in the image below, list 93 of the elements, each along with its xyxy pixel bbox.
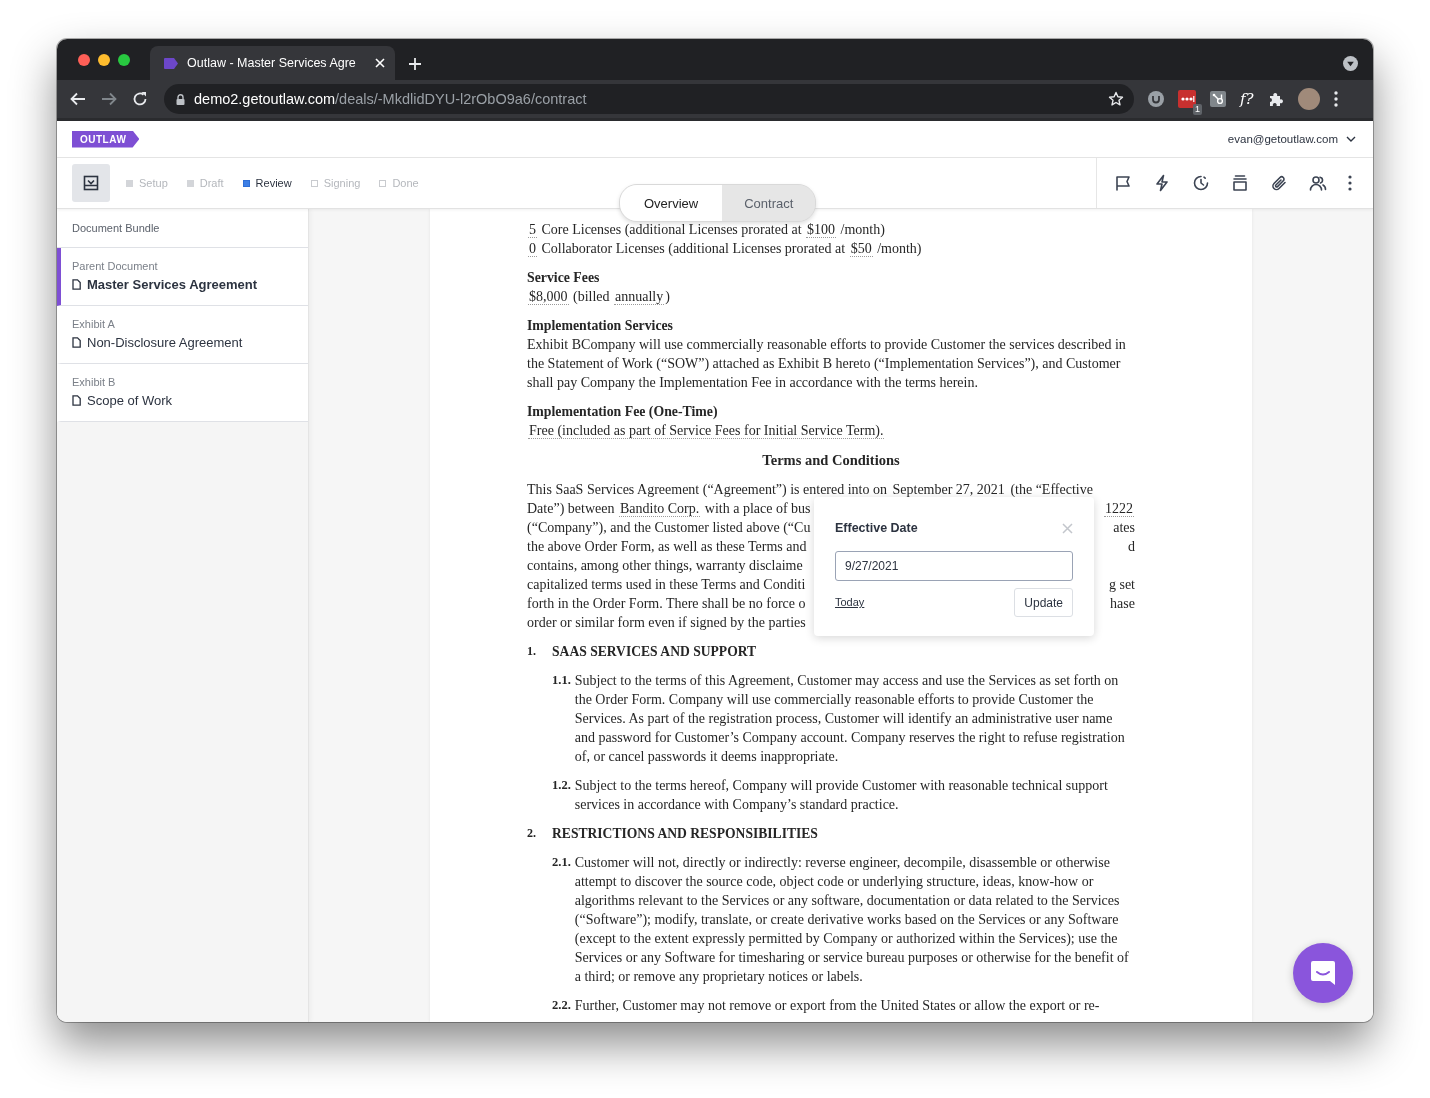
stack-icon[interactable] bbox=[1231, 174, 1249, 192]
back-icon[interactable] bbox=[69, 90, 87, 108]
notification-badge: 1 bbox=[1193, 104, 1202, 115]
document-name: Non-Disclosure Agreement bbox=[87, 335, 243, 350]
forward-icon[interactable] bbox=[100, 90, 118, 108]
file-icon bbox=[72, 337, 81, 348]
home-button[interactable] bbox=[72, 164, 110, 202]
sidebar-item[interactable]: Exhibit B Scope of Work bbox=[57, 364, 308, 422]
variable-field[interactable]: Bandito Corp. bbox=[618, 501, 701, 517]
document-name: Scope of Work bbox=[87, 393, 173, 408]
variable-field[interactable]: annually bbox=[614, 289, 665, 305]
puzzle-icon[interactable] bbox=[1267, 91, 1284, 107]
clause-number: 2.1. bbox=[552, 854, 572, 871]
sidebar-item[interactable]: Exhibit A Non-Disclosure Agreement bbox=[57, 306, 308, 364]
section-heading: Implementation Fee (One-Time) bbox=[527, 403, 719, 421]
file-icon bbox=[72, 395, 81, 406]
paragraph: Exhibit BCompany will use commercially reasonable efforts to provide Customer the services described in the Statement of Work (“SOW”) attached as Exhibit B hereto (“Implementation Services”), and Customer shall pay Company the Implementation Fee in accordance with the terms herein. bbox=[527, 336, 1127, 392]
text-line: $8,000 (billed annually) bbox=[527, 288, 671, 306]
view-tab[interactable]: Contract bbox=[722, 185, 816, 221]
lightning-icon[interactable] bbox=[1153, 174, 1171, 192]
item-caption: Exhibit A bbox=[72, 318, 115, 330]
variable-field[interactable]: 1222 bbox=[1104, 501, 1134, 517]
section-number: 1. bbox=[527, 643, 537, 660]
sidebar-item[interactable]: Parent Document Master Services Agreement bbox=[57, 248, 308, 306]
text-line: d bbox=[1128, 538, 1135, 556]
section-number: 2. bbox=[527, 825, 537, 842]
today-link[interactable]: Today bbox=[835, 593, 865, 612]
item-caption: Exhibit B bbox=[72, 376, 116, 388]
address-bar[interactable]: demo2.getoutlaw.com/deals/-MkdlidDYU-l2rObO9a6/contract bbox=[164, 84, 1134, 114]
user-menu[interactable]: evan@getoutlaw.com bbox=[1227, 133, 1356, 145]
variable-field[interactable]: 0 bbox=[528, 241, 537, 257]
sidebar-heading: Document Bundle bbox=[57, 209, 308, 248]
section-heading: Implementation Services bbox=[527, 317, 674, 335]
section-heading: RESTRICTIONS AND RESPONSIBILITIES bbox=[552, 825, 818, 843]
text-line: contains, among other things, warranty disclaime bbox=[527, 557, 803, 575]
text-line: 0 Collaborator Licenses (additional Licenses prorated at $50 /month) bbox=[527, 240, 923, 258]
avatar-icon[interactable] bbox=[1297, 88, 1320, 110]
lock-icon bbox=[176, 93, 185, 105]
zoom-window-button[interactable] bbox=[118, 54, 130, 66]
view-tab[interactable]: Overview bbox=[620, 185, 723, 221]
clause-number: 1.2. bbox=[552, 777, 572, 794]
minimize-window-button[interactable] bbox=[98, 54, 110, 66]
document-heading: Terms and Conditions bbox=[761, 451, 901, 470]
close-window-button[interactable] bbox=[78, 54, 90, 66]
workflow-step[interactable]: Review bbox=[242, 177, 292, 189]
clause-number: 1.1. bbox=[552, 672, 572, 689]
text-line: g set bbox=[1108, 576, 1135, 594]
variable-field[interactable]: $50 bbox=[849, 241, 873, 257]
item-caption: Parent Document bbox=[72, 260, 158, 272]
password-manager-icon[interactable] bbox=[1178, 90, 1196, 108]
inbox-icon bbox=[83, 175, 99, 191]
network-icon[interactable] bbox=[1210, 91, 1226, 107]
paragraph: Subject to the terms of this Agreement, Customer may access and use the Services as set forth on the Order Form. Company will use commercially reasonable efforts to provide Customer the Services. As part of the registration process, Customer will identify an administrative user name and password for Customer’s Company account. Company reserves the right to refuse registration of, or cancel passwords it deems inappropriate. bbox=[574, 672, 1126, 766]
text-line: hase bbox=[1110, 595, 1135, 613]
popover-title: Effective Date bbox=[835, 520, 918, 537]
dropdown-icon[interactable] bbox=[1343, 56, 1358, 71]
text-line: forth in the Order Form. There shall be no force o bbox=[527, 595, 806, 613]
text-line: order or similar form even if signed by the parties bbox=[527, 614, 806, 632]
logo: OUTLAW bbox=[72, 130, 140, 148]
extension-icon[interactable] bbox=[1148, 91, 1164, 107]
flag-icon[interactable] bbox=[1114, 174, 1132, 192]
paragraph: Subject to the terms hereof, Company will provide Customer with reasonable technical support services in accordance with Company’s standard practice. bbox=[574, 777, 1109, 814]
text-line: the above Order Form, as well as these Terms and bbox=[527, 538, 807, 556]
plus-icon[interactable] bbox=[408, 57, 422, 71]
update-button[interactable]: Update bbox=[1014, 588, 1073, 617]
text-line: capitalized terms used in these Terms and Conditi bbox=[527, 576, 806, 594]
tag-icon bbox=[164, 57, 178, 69]
text-line: (“Company”), and the Customer listed above (“Cu bbox=[527, 519, 811, 537]
clause-number: 2.2. bbox=[552, 997, 572, 1014]
more-icon[interactable] bbox=[1333, 91, 1338, 107]
paperclip-icon[interactable] bbox=[1270, 174, 1288, 192]
browser-tab[interactable]: Outlaw - Master Services Agre bbox=[150, 46, 395, 80]
text-line: ates bbox=[1113, 519, 1135, 537]
section-heading: SAAS SERVICES AND SUPPORT bbox=[552, 643, 757, 661]
section-heading: Service Fees bbox=[527, 269, 601, 287]
variable-field[interactable]: 5 bbox=[528, 222, 537, 238]
text-line: Date”) between Bandito Corp. with a place of bus bbox=[527, 500, 811, 518]
users-icon[interactable] bbox=[1309, 174, 1327, 192]
paragraph: Further, Customer may not remove or export from the United States or allow the export or re- bbox=[574, 997, 1100, 1015]
date-input[interactable]: 9/27/2021 bbox=[835, 551, 1073, 581]
variable-field[interactable]: Free (included as part of Service Fees for Initial Service Term). bbox=[528, 423, 885, 439]
paragraph: Customer will not, directly or indirectly: reverse engineer, decompile, disassemble or otherwise attempt to discover the source code, object code or underlying structure, ideas, know-how or algorithms relevant to the Services or any software, documentation or data related to the Services (“Software”); modify, translate, or create derivative works based on the Services or any Software (except to the extent expressly permitted by Company or authorized within the Services); use the Services or any Software for timesharing or service bureau purposes or otherwise for the benefit of a third; or remove any proprietary notices or labels. bbox=[574, 854, 1130, 986]
variable-field[interactable]: $100 bbox=[806, 222, 837, 238]
chevron-down-icon bbox=[1346, 136, 1356, 142]
variable-field[interactable]: $8,000 bbox=[528, 289, 569, 305]
star-icon[interactable] bbox=[1108, 91, 1124, 107]
history-icon[interactable] bbox=[1192, 174, 1210, 192]
extension-glyph[interactable]: f? bbox=[1240, 90, 1254, 108]
file-icon bbox=[72, 279, 81, 290]
document-name: Master Services Agreement bbox=[87, 277, 258, 292]
reload-icon[interactable] bbox=[131, 90, 149, 108]
chat-icon bbox=[1309, 959, 1337, 987]
more-icon[interactable] bbox=[1348, 175, 1352, 191]
